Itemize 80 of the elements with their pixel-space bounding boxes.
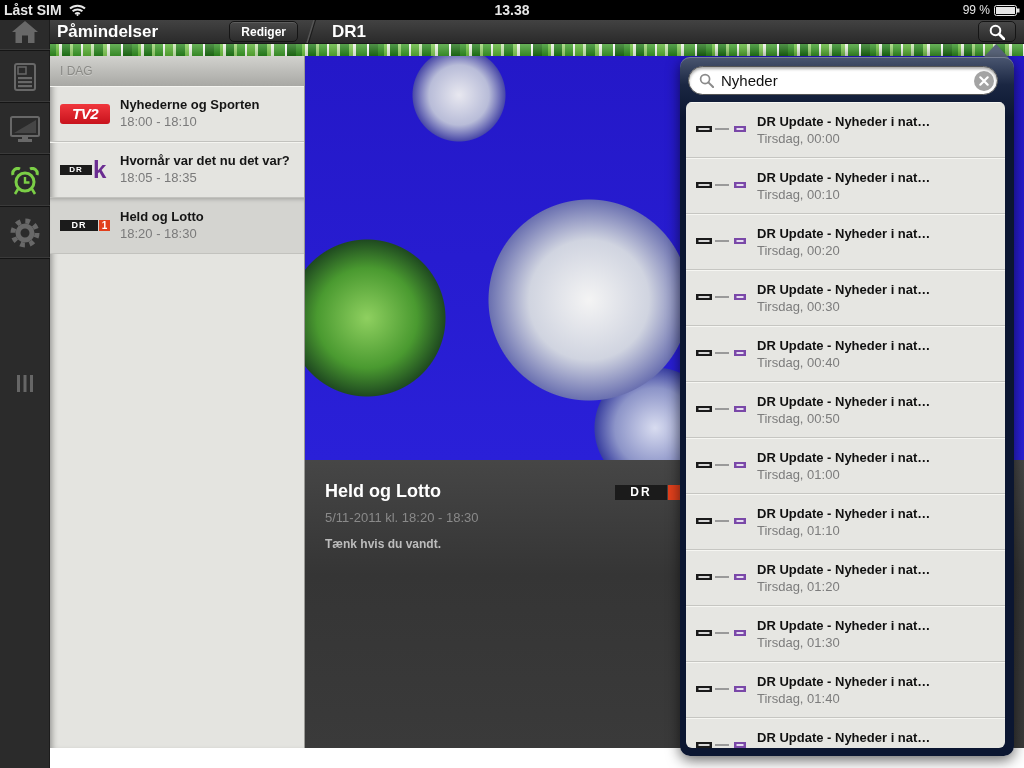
channel-logo-icon [696, 350, 746, 356]
result-item[interactable]: DR Update - Nyheder i nat… Tirsdag, 00:30 [686, 270, 1005, 326]
result-item[interactable]: DR Update - Nyheder i nat… Tirsdag, 00:40 [686, 326, 1005, 382]
channel-logo: DR [615, 485, 680, 500]
channel-logo-icon [696, 182, 746, 188]
detail-title: Held og Lotto [325, 480, 442, 502]
channel-logo-icon [696, 742, 746, 748]
result-item[interactable]: DR Update - Nyheder i nat… Tirsdag, 00:50 [686, 382, 1005, 438]
channel-logo-icon [696, 406, 746, 412]
detail-datetime: 5/11-2011 kl. 18:20 - 18:30 [325, 510, 479, 526]
reminder-time: 18:00 - 18:10 [120, 112, 197, 130]
search-field[interactable]: Nyheder [688, 66, 998, 95]
channel-logo-icon [696, 686, 746, 692]
channel-logo-icon [696, 238, 746, 244]
reminder-title: Nyhederne og Sporten [120, 96, 260, 113]
result-title: DR Update - Nyheder i nat… [757, 506, 931, 522]
result-item[interactable]: DR Update - Nyheder i nat… Tirsdag, 01:20 [686, 550, 1005, 606]
result-title: DR Update - Nyheder i nat… [757, 394, 931, 410]
result-title: DR Update - Nyheder i nat… [757, 170, 931, 186]
result-title: DR Update - Nyheder i nat… [757, 562, 931, 578]
result-item[interactable]: DR Update - Nyheder i nat… Tirsdag, 01:00 [686, 438, 1005, 494]
monitor-icon [10, 115, 40, 142]
result-title: DR Update - Nyheder i nat… [757, 730, 931, 746]
status-time: 13.38 [494, 1, 530, 19]
settings-icon [10, 217, 40, 248]
result-time: Tirsdag, 00:30 [757, 298, 840, 315]
tv-guide-icon [14, 62, 36, 91]
reminder-time: 18:05 - 18:35 [120, 168, 197, 186]
result-time: Tirsdag, 00:00 [757, 130, 840, 147]
edit-button[interactable]: Rediger [229, 21, 298, 42]
result-title: DR Update - Nyheder i nat… [757, 114, 931, 130]
grip-handle-icon[interactable] [17, 375, 33, 392]
result-item[interactable]: DR Update - Nyheder i nat… Tirsdag, 01:40 [686, 662, 1005, 718]
result-time: Tirsdag, 00:50 [757, 410, 840, 427]
result-item[interactable]: DR Update - Nyheder i nat… Tirsdag, 00:00 [686, 102, 1005, 158]
search-button[interactable] [978, 21, 1016, 42]
result-title: DR Update - Nyheder i nat… [757, 282, 931, 298]
result-item[interactable]: DR Update - Nyheder i nat… Tirsdag, 00:20 [686, 214, 1005, 270]
channel-logo-icon [696, 574, 746, 580]
reminder-title: Hvornår var det nu det var? [120, 152, 290, 169]
detail-nav-title: DR1 [332, 20, 366, 43]
channel-logo: TV2 [60, 103, 110, 124]
result-time: Tirsdag, 00:40 [757, 354, 840, 371]
channel-logo-icon [696, 294, 746, 300]
result-item[interactable]: DR Update - Nyheder i nat… [686, 718, 1005, 748]
battery-percent: 99 % [962, 2, 990, 18]
detail-description: Tænk hvis du vandt. [325, 536, 441, 552]
reminder-time: 18:20 - 18:30 [120, 224, 197, 242]
clear-icon[interactable] [974, 70, 994, 91]
reminder-title: Held og Lotto [120, 208, 204, 225]
result-title: DR Update - Nyheder i nat… [757, 618, 931, 634]
wifi-icon [68, 4, 86, 16]
result-item[interactable]: DR Update - Nyheder i nat… Tirsdag, 00:10 [686, 158, 1005, 214]
result-time: Tirsdag, 01:30 [757, 634, 840, 651]
result-title: DR Update - Nyheder i nat… [757, 674, 931, 690]
result-item[interactable]: DR Update - Nyheder i nat… Tirsdag, 01:10 [686, 494, 1005, 550]
channel-logo-icon [696, 462, 746, 468]
result-time: Tirsdag, 01:20 [757, 578, 840, 595]
result-time: Tirsdag, 01:40 [757, 690, 840, 707]
battery-icon [994, 4, 1020, 16]
home-icon [12, 21, 38, 43]
channel-logo-icon [696, 630, 746, 636]
result-time: Tirsdag, 00:10 [757, 186, 840, 203]
result-item[interactable]: DR Update - Nyheder i nat… Tirsdag, 01:30 [686, 606, 1005, 662]
alarm-clock-icon [11, 166, 39, 195]
result-time: Tirsdag, 00:20 [757, 242, 840, 259]
nav-title: Påmindelser [57, 20, 159, 43]
carrier-label: Låst SIM [4, 1, 62, 19]
result-title: DR Update - Nyheder i nat… [757, 450, 931, 466]
channel-logo: DR k [60, 159, 107, 180]
result-time: Tirsdag, 01:00 [757, 466, 840, 483]
result-time: Tirsdag, 01:10 [757, 522, 840, 539]
search-icon [699, 73, 714, 88]
search-icon [989, 23, 1005, 40]
channel-logo: DR 1 [60, 220, 110, 231]
channel-logo-icon [696, 518, 746, 524]
result-title: DR Update - Nyheder i nat… [757, 226, 931, 242]
channel-logo-icon [696, 126, 746, 132]
result-title: DR Update - Nyheder i nat… [757, 338, 931, 354]
reminder-item[interactable]: TV2 Nyhederne og Sporten 18:00 - 18:10 [50, 86, 304, 142]
